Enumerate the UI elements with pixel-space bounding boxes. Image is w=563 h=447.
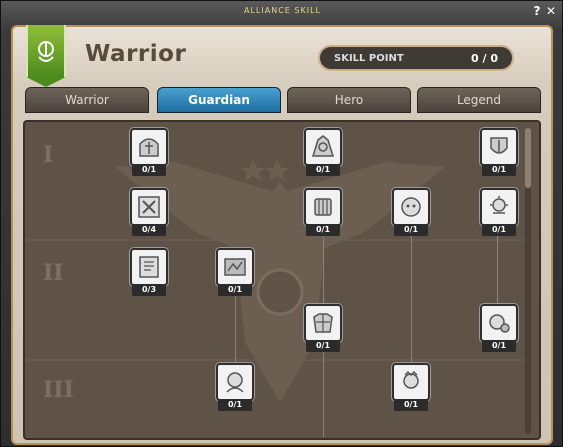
guardian-crest-watermark	[25, 160, 525, 402]
header: Warrior SKILL POINT 0 / 0	[13, 25, 551, 89]
title-bar[interactable]: ALLIANCE SKILL ? ✕	[1, 1, 563, 23]
skill-slot[interactable]: 0/3	[130, 248, 168, 298]
knight-face-icon	[401, 197, 421, 217]
skill-slot[interactable]: 0/1	[480, 128, 518, 178]
skill-level: 0/1	[482, 224, 516, 236]
connector	[323, 347, 324, 437]
skill-tree-panel: I II III 0/1 0/1 0/1 0/4 0/1 0/1 0/1 0/3…	[23, 120, 541, 440]
guard-armor-icon	[313, 313, 333, 333]
class-tabs: Warrior Guardian Hero Legend	[25, 87, 543, 113]
warrior-portrait-icon	[226, 372, 244, 393]
skill-slot[interactable]: 0/1	[392, 363, 430, 413]
class-emblem	[26, 25, 66, 87]
skill-level: 0/1	[218, 284, 252, 296]
alliance-skill-window: ALLIANCE SKILL ? ✕ Warrior SKILL POINT 0…	[0, 0, 563, 447]
skill-point-box: SKILL POINT 0 / 0	[318, 45, 514, 71]
skill-level: 0/1	[394, 399, 428, 411]
skill-level: 0/1	[306, 224, 340, 236]
cross-mark-icon	[138, 196, 160, 218]
armored-fist-icon	[314, 198, 332, 216]
row-label-3: III	[43, 377, 74, 403]
skill-slot[interactable]: 0/1	[480, 304, 518, 354]
princess-portrait-icon	[403, 370, 419, 389]
tab-legend[interactable]: Legend	[417, 87, 541, 113]
tab-hero[interactable]: Hero	[287, 87, 411, 113]
armor-shield-icon	[490, 137, 508, 154]
close-button[interactable]: ✕	[544, 4, 558, 18]
scrollbar[interactable]	[525, 128, 531, 434]
helmet-crest-icon	[139, 138, 159, 157]
rune-tablet-icon	[139, 256, 159, 278]
window-title: ALLIANCE SKILL	[244, 6, 321, 15]
skill-slot[interactable]: 0/1	[216, 363, 254, 413]
class-name-title: Warrior	[85, 41, 187, 67]
skill-slot[interactable]: 0/1	[304, 128, 342, 178]
sun-shield-icon	[490, 196, 508, 214]
skill-level: 0/1	[306, 164, 340, 176]
help-button[interactable]: ?	[530, 4, 544, 18]
skill-slot[interactable]: 0/4	[130, 188, 168, 238]
skill-slot[interactable]: 0/1	[304, 188, 342, 238]
skill-slot[interactable]: 0/1	[216, 248, 254, 298]
skill-level: 0/1	[394, 224, 428, 236]
pet-orb-icon	[489, 314, 510, 333]
skill-level: 0/1	[306, 340, 340, 352]
skill-slot[interactable]: 0/1	[480, 188, 518, 238]
skill-slot[interactable]: 0/1	[304, 304, 342, 354]
scroll-thumb[interactable]	[525, 128, 531, 188]
skill-slot[interactable]: 0/1	[392, 188, 430, 238]
battle-scene-icon	[224, 258, 246, 276]
skill-point-label: SKILL POINT	[334, 53, 404, 64]
row-label-2: II	[43, 260, 64, 286]
skill-slot[interactable]: 0/1	[130, 128, 168, 178]
row-label-1: I	[43, 142, 54, 168]
skill-frame: Warrior SKILL POINT 0 / 0 Warrior Guardi…	[11, 25, 553, 445]
skill-level: 0/4	[132, 224, 166, 236]
connector	[411, 234, 412, 382]
tab-warrior[interactable]: Warrior	[25, 87, 149, 113]
skill-level: 0/1	[482, 340, 516, 352]
skill-level: 0/1	[218, 399, 252, 411]
armor-crest-icon	[311, 135, 335, 157]
skill-point-value: 0 / 0	[471, 52, 498, 65]
skill-level: 0/1	[132, 164, 166, 176]
guardian-crest-icon	[38, 41, 54, 62]
tab-guardian[interactable]: Guardian	[157, 87, 281, 113]
skill-level: 0/1	[482, 164, 516, 176]
skill-level: 0/3	[132, 284, 166, 296]
